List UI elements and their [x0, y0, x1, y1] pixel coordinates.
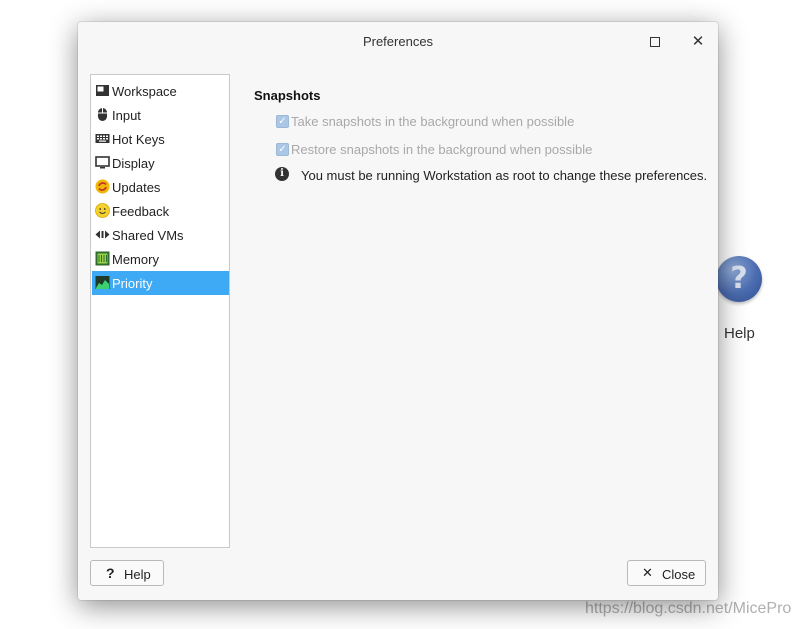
desktop-help-shortcut[interactable]: ? Help: [716, 256, 764, 342]
maximize-button[interactable]: [645, 32, 665, 52]
preferences-dialog: Preferences ✕ Workspace Input Hot Keys D…: [78, 22, 718, 600]
info-icon: i: [275, 167, 289, 181]
sidebar-item-input[interactable]: Input: [92, 103, 229, 127]
close-window-button[interactable]: ✕: [688, 32, 708, 52]
memory-chip-icon: [95, 251, 110, 266]
checkmark-icon: ✓: [276, 115, 289, 128]
sidebar-item-priority[interactable]: Priority: [92, 271, 229, 295]
checkbox-label: Restore snapshots in the background when…: [291, 142, 593, 157]
sidebar-item-display[interactable]: Display: [92, 151, 229, 175]
shared-vms-icon: [95, 230, 110, 239]
sidebar-item-label: Feedback: [112, 204, 170, 219]
sidebar-item-hot-keys[interactable]: Hot Keys: [92, 127, 229, 151]
sidebar-item-shared-vms[interactable]: Shared VMs: [92, 223, 229, 247]
info-message: You must be running Workstation as root …: [301, 168, 708, 183]
question-mark-icon: ?: [106, 565, 115, 581]
keyboard-icon: [95, 134, 110, 143]
sidebar-item-label: Updates: [112, 180, 161, 195]
close-button-label: Close: [662, 567, 696, 582]
close-button[interactable]: ✕ Close: [627, 560, 706, 586]
sidebar-item-label: Shared VMs: [112, 228, 184, 243]
sidebar-item-label: Memory: [112, 252, 159, 267]
sidebar-item-label: Hot Keys: [112, 132, 165, 147]
help-question-icon: ?: [716, 256, 762, 302]
mouse-icon: [98, 108, 107, 121]
watermark-text: https://blog.csdn.net/MicePro: [585, 600, 792, 617]
sidebar-item-label: Priority: [112, 276, 153, 291]
sidebar-item-feedback[interactable]: Feedback: [92, 199, 229, 223]
sidebar-item-label: Workspace: [112, 84, 177, 99]
sidebar-item-label: Input: [112, 108, 141, 123]
sidebar-item-memory[interactable]: Memory: [92, 247, 229, 271]
help-button-label: Help: [124, 567, 151, 582]
workspace-icon: [96, 85, 109, 96]
sidebar-item-updates[interactable]: Updates: [92, 175, 229, 199]
checkmark-icon: ✓: [276, 143, 289, 156]
help-button[interactable]: ? Help: [90, 560, 164, 586]
maximize-icon: [650, 36, 660, 47]
section-title-snapshots: Snapshots: [254, 88, 321, 103]
title-bar[interactable]: Preferences ✕: [78, 22, 718, 62]
smiley-icon: [95, 203, 110, 218]
updates-icon: [95, 179, 110, 194]
preferences-sidebar: Workspace Input Hot Keys Display Updates…: [90, 74, 230, 548]
window-title: Preferences: [362, 34, 434, 49]
close-icon: ✕: [691, 33, 705, 50]
monitor-icon: [95, 156, 110, 169]
sidebar-item-workspace[interactable]: Workspace: [92, 79, 229, 103]
checkbox-label: Take snapshots in the background when po…: [291, 114, 575, 129]
close-x-icon: ✕: [642, 565, 653, 580]
sidebar-item-label: Display: [112, 156, 155, 171]
priority-icon: [95, 276, 110, 289]
desktop-help-label: Help: [724, 325, 755, 342]
